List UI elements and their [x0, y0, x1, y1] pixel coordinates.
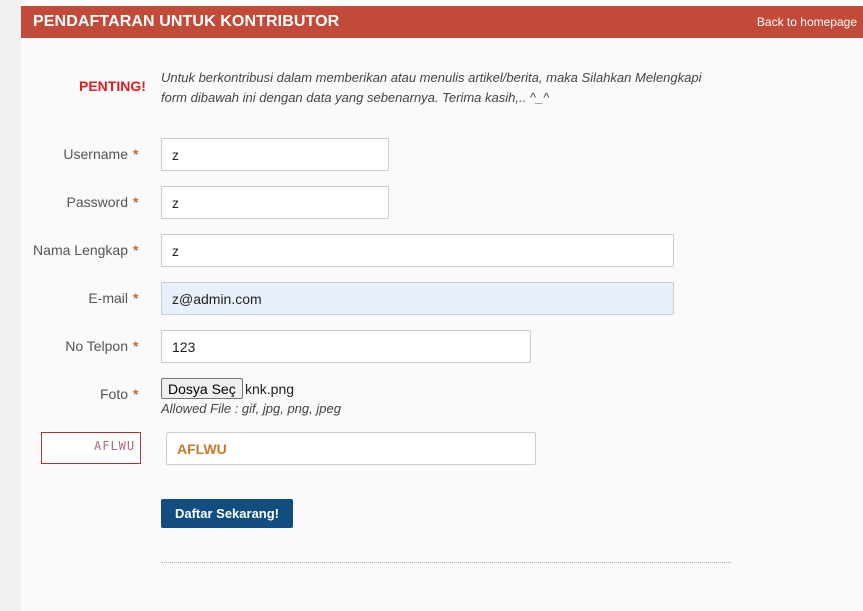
username-required-mark: *	[133, 146, 139, 162]
full-name-input[interactable]	[161, 234, 674, 267]
page-header: PENDAFTARAN UNTUK KONTRIBUTOR Back to ho…	[21, 6, 863, 38]
password-input[interactable]	[161, 186, 389, 219]
email-required-mark: *	[133, 290, 139, 306]
notice-label: PENTING!	[79, 78, 146, 94]
phone-label: No Telpon	[65, 338, 128, 354]
full-name-label: Nama Lengkap	[33, 242, 128, 258]
password-label: Password	[66, 194, 128, 210]
notice-line-1: Untuk berkontribusi dalam memberikan ata…	[161, 70, 702, 85]
full-name-required-mark: *	[133, 242, 139, 258]
page-title: PENDAFTARAN UNTUK KONTRIBUTOR	[33, 13, 340, 30]
notice-text: Untuk berkontribusi dalam memberikan ata…	[161, 68, 731, 108]
notice-line-2: form dibawah ini dengan data yang sebena…	[161, 90, 550, 105]
form-divider	[161, 562, 731, 563]
email-input[interactable]	[161, 282, 674, 315]
username-label: Username	[63, 146, 128, 162]
photo-label: Foto	[99, 386, 128, 402]
captcha-image-text: AFLWU	[94, 439, 136, 453]
captcha-input[interactable]	[166, 432, 536, 465]
register-submit-button[interactable]: Daftar Sekarang!	[161, 499, 293, 528]
photo-required-mark: *	[133, 386, 139, 402]
username-input[interactable]	[161, 138, 389, 171]
phone-input[interactable]	[161, 330, 531, 363]
captcha-image: AFLWU	[41, 432, 141, 464]
password-required-mark: *	[133, 194, 139, 210]
back-to-homepage-link[interactable]: Back to homepage	[757, 15, 857, 29]
choose-file-button[interactable]: Dosya Seç	[161, 378, 243, 399]
allowed-file-hint: Allowed File : gif, jpg, png, jpeg	[161, 401, 341, 416]
email-label: E-mail	[88, 290, 128, 306]
phone-required-mark: *	[133, 338, 139, 354]
selected-file-name: knk.png	[245, 381, 295, 397]
